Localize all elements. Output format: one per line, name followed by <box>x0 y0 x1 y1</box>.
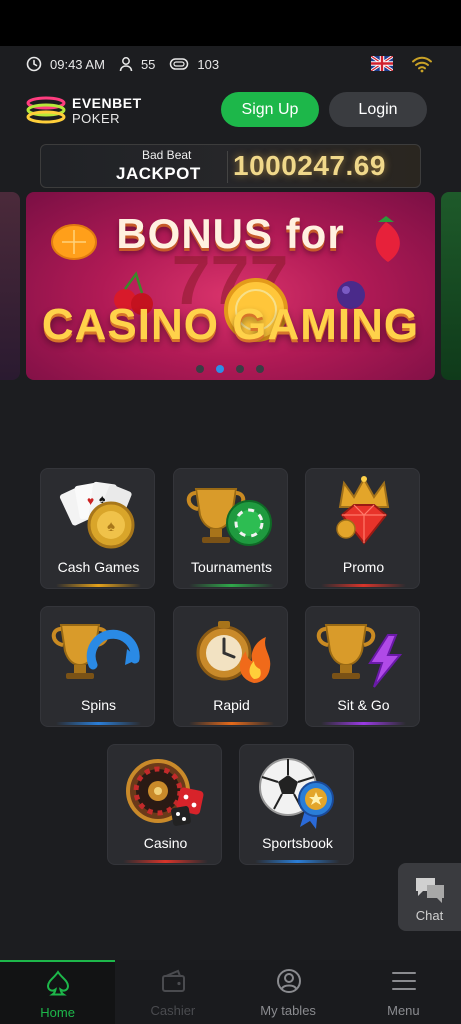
crown-gem-icon <box>336 476 390 545</box>
sign-up-button[interactable]: Sign Up <box>221 92 319 127</box>
evenbet-poker-logo[interactable]: EVENBET POKER <box>26 94 156 126</box>
cards-coin-icon: ♥ ♠ ♠ <box>59 481 135 549</box>
tile-glow <box>56 722 141 725</box>
svg-text:♠: ♠ <box>107 518 115 535</box>
clock-icon <box>26 56 42 72</box>
tile-spins[interactable]: Spins <box>40 606 155 727</box>
carousel-dot[interactable] <box>256 365 264 373</box>
jackpot-value: 1000247.69 <box>233 150 386 181</box>
roulette-dice-icon <box>126 759 204 826</box>
tile-tournaments[interactable]: Tournaments <box>173 468 288 589</box>
tile-label: Casino <box>143 835 188 851</box>
device-status-bar <box>0 0 461 46</box>
tile-promo[interactable]: Promo <box>305 468 420 589</box>
tile-label: Cash Games <box>57 559 140 575</box>
banner-headline: BONUS for <box>116 210 345 257</box>
spade-icon <box>46 970 70 996</box>
nav-cashier[interactable]: Cashier <box>115 960 230 1024</box>
carousel-dot[interactable] <box>196 365 204 373</box>
jackpot-divider <box>227 151 228 183</box>
nav-label: My tables <box>260 1003 316 1018</box>
carousel-dots <box>196 365 276 373</box>
nav-label: Cashier <box>150 1003 196 1018</box>
tables-status: 103 <box>169 57 219 72</box>
trophy-chip-icon <box>186 488 272 546</box>
wallet-icon <box>162 969 186 992</box>
user-circle-icon <box>276 969 301 993</box>
nav-home[interactable]: Home <box>0 960 116 1024</box>
logo-line1: EVENBET <box>72 95 142 111</box>
hamburger-icon <box>391 972 416 990</box>
login-button[interactable]: Login <box>329 92 427 127</box>
players-status: 55 <box>119 56 155 72</box>
players-count: 55 <box>140 56 156 72</box>
tile-label: Rapid <box>213 697 250 713</box>
banner-prev-slide[interactable] <box>0 192 20 380</box>
nav-menu[interactable]: Menu <box>346 960 461 1024</box>
nav-label: Menu <box>387 1003 420 1018</box>
clock-status: 09:43 AM <box>26 56 105 72</box>
chat-label: Chat <box>415 908 444 923</box>
tables-count: 103 <box>197 56 220 72</box>
tile-label: Sportsbook <box>262 835 333 851</box>
bottom-navigation: Home Cashier My tables Menu <box>0 960 461 1024</box>
tile-sportsbook[interactable]: Sportsbook <box>239 744 354 865</box>
connection-signal-icon <box>412 56 432 73</box>
banner-next-slide[interactable] <box>441 192 461 380</box>
promo-banner[interactable]: 777 BONUS for CASINO GAMING <box>26 192 435 380</box>
tile-glow <box>255 860 340 863</box>
trophy-spin-icon <box>51 624 140 679</box>
svg-text:♥: ♥ <box>87 494 94 508</box>
uk-flag-icon[interactable] <box>371 56 393 71</box>
carousel-dot[interactable] <box>236 365 244 373</box>
table-icon <box>170 58 189 70</box>
chat-bubbles-icon <box>416 878 444 903</box>
logo-rings-icon <box>26 96 66 124</box>
tile-label: Spins <box>80 697 117 713</box>
jackpot-panel[interactable]: Bad Beat JACKPOT 1000247.69 <box>40 144 421 188</box>
tile-cash-games[interactable]: ♥ ♠ ♠ Cash Games <box>40 468 155 589</box>
tile-label: Tournaments <box>191 559 272 575</box>
tile-glow <box>123 860 208 863</box>
tile-label: Sit & Go <box>337 697 390 713</box>
tile-rapid[interactable]: Rapid <box>173 606 288 727</box>
trophy-bolt-icon <box>316 624 403 688</box>
logo-line2: POKER <box>72 111 121 126</box>
nav-my-tables[interactable]: My tables <box>231 960 346 1024</box>
banner-subheadline: CASINO GAMING <box>41 300 420 349</box>
current-time: 09:43 AM <box>50 56 105 72</box>
timer-fire-icon <box>196 621 271 683</box>
tile-glow <box>321 722 406 725</box>
tile-sit-go[interactable]: Sit & Go <box>305 606 420 727</box>
carousel-dot-active[interactable] <box>216 365 224 373</box>
tile-glow <box>189 722 274 725</box>
tile-glow <box>189 584 274 587</box>
jackpot-label-bottom: JACKPOT <box>116 164 201 183</box>
app-screen: 09:43 AM 55 103 EVENBET POKER Sign Up Lo… <box>0 46 461 1024</box>
nav-label: Home <box>40 1005 75 1020</box>
tile-glow <box>321 584 406 587</box>
tile-label: Promo <box>342 559 385 575</box>
ball-medal-icon <box>259 758 334 829</box>
tile-glow <box>56 584 141 587</box>
jackpot-label-top: Bad Beat <box>142 148 192 162</box>
user-icon <box>119 57 133 72</box>
chat-button[interactable]: Chat <box>398 863 461 931</box>
tile-casino[interactable]: Casino <box>107 744 222 865</box>
